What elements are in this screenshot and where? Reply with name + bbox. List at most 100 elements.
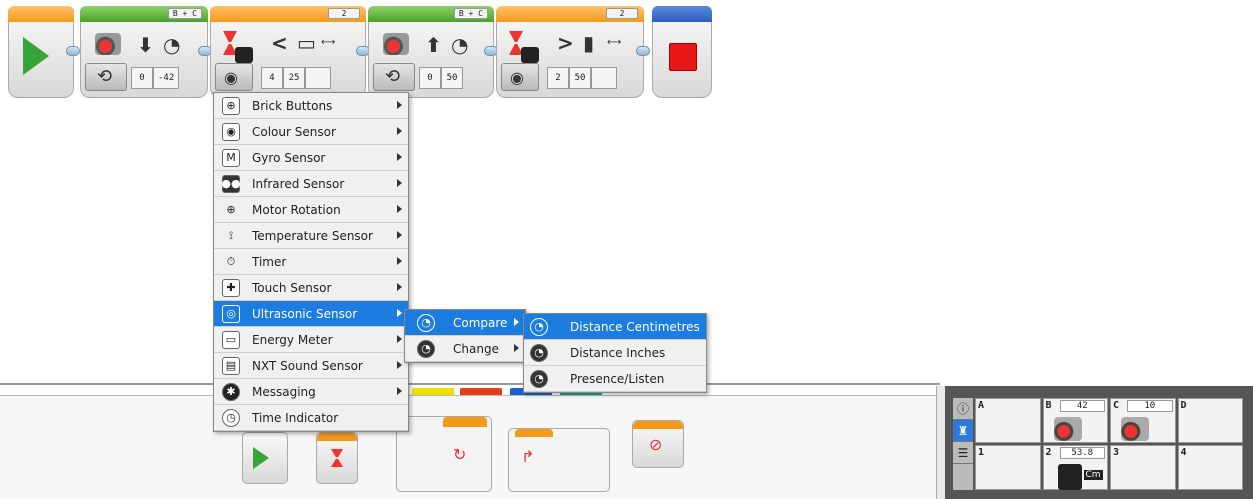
menu-item-temperature-sensor[interactable]: ⟟ Temperature Sensor xyxy=(214,223,408,249)
palette-switch-block[interactable]: ↱ xyxy=(508,428,610,492)
distance-inches-icon: ◔ xyxy=(530,343,548,362)
submenu-arrow-icon xyxy=(397,257,402,265)
menu-item-timer[interactable]: ⏱ Timer xyxy=(214,249,408,275)
messaging-icon: ✱ xyxy=(222,382,240,401)
palette-wait-block[interactable] xyxy=(316,432,358,484)
port-cell-1[interactable]: 1 xyxy=(975,445,1041,490)
threshold-input[interactable]: 50 xyxy=(569,67,591,89)
parameter-row: 4 25 xyxy=(261,67,331,91)
play-icon xyxy=(23,37,49,75)
menu-item-label: Temperature Sensor xyxy=(252,228,373,243)
ports-label[interactable]: B + C xyxy=(453,8,488,19)
move-steering-block-1[interactable]: B + C ⬇ ◔ ⟲ 0 -42 xyxy=(80,6,208,98)
palette-start-block[interactable] xyxy=(242,432,288,484)
energy-meter-icon: ▭ xyxy=(222,330,240,349)
motor-rotation-icon: ⊕ xyxy=(226,203,236,216)
ports-label[interactable]: B + C xyxy=(167,8,202,19)
port-cell-b[interactable]: B 42 xyxy=(1042,398,1108,443)
menu-item-ultrasonic-sensor[interactable]: ◎ Ultrasonic Sensor xyxy=(214,301,408,327)
submenu-arrow-icon xyxy=(514,344,519,352)
menu-item-change[interactable]: ◔ Change xyxy=(405,336,525,362)
power-gauge-icon: ◔ xyxy=(163,33,181,57)
port-number-label[interactable]: 2 xyxy=(328,8,360,19)
change-icon: ◔ xyxy=(417,339,435,358)
port-cell-4[interactable]: 4 xyxy=(1177,445,1243,490)
sequence-connector[interactable] xyxy=(66,46,80,56)
steering-input[interactable]: 0 xyxy=(131,67,153,89)
menu-item-label: Infrared Sensor xyxy=(252,176,345,191)
mode-selector-button[interactable]: ◉ xyxy=(501,63,539,91)
parameter-row: 0 50 xyxy=(419,67,463,91)
move-steering-block-2[interactable]: B + C ⬆ ◔ ⟲ 0 50 xyxy=(368,6,494,98)
stop-block[interactable] xyxy=(652,6,712,98)
parameter-row: 0 -42 xyxy=(131,67,180,91)
steering-input[interactable]: 0 xyxy=(419,67,441,89)
menu-item-time-indicator[interactable]: ◷ Time Indicator xyxy=(214,405,408,431)
port-label: D xyxy=(1180,400,1187,411)
output-plug[interactable] xyxy=(591,67,617,89)
power-input[interactable]: 50 xyxy=(441,67,463,89)
menu-item-label: Presence/Listen xyxy=(570,371,665,386)
mode-selector-button[interactable]: ◉ xyxy=(215,63,253,91)
port-label: B xyxy=(1045,400,1052,411)
ultrasonic-mode-icon: ◉ xyxy=(510,68,524,87)
switch-cap xyxy=(515,429,553,437)
menu-item-colour-sensor[interactable]: ◉ Colour Sensor xyxy=(214,119,408,145)
menu-item-label: Distance Inches xyxy=(570,345,666,360)
ultrasonic-sensor-icon xyxy=(1057,464,1082,490)
port-label: 1 xyxy=(978,447,985,458)
gyro-sensor-icon: M xyxy=(222,148,240,167)
compare-change-menu: ◔ Compare ◔ Change xyxy=(404,309,526,363)
port-label: 3 xyxy=(1113,447,1120,458)
port-label: 4 xyxy=(1180,447,1187,458)
menu-item-nxt-sound-sensor[interactable]: ▤ NXT Sound Sensor xyxy=(214,353,408,379)
available-bricks-tab[interactable]: ☰ xyxy=(953,442,973,464)
port-cell-a[interactable]: A xyxy=(975,398,1041,443)
move-block-cap: B + C xyxy=(368,6,494,22)
power-input[interactable]: -42 xyxy=(153,67,180,89)
menu-item-touch-sensor[interactable]: ✚ Touch Sensor xyxy=(214,275,408,301)
threshold-icon: ▮ xyxy=(583,31,595,55)
port-number-label[interactable]: 2 xyxy=(606,8,638,19)
output-plug[interactable] xyxy=(305,67,331,89)
port-label: 2 xyxy=(1045,447,1052,458)
port-view-tab[interactable]: ♜ xyxy=(953,420,973,442)
compare-type-input[interactable]: 2 xyxy=(547,67,569,89)
port-grid: A B 42 C 10 D 1 2 53.8 Cm 3 4 xyxy=(975,398,1243,490)
port-view-collapse-handle[interactable] xyxy=(936,386,945,499)
port-cell-2[interactable]: 2 53.8 Cm xyxy=(1042,445,1108,490)
menu-item-messaging[interactable]: ✱ Messaging xyxy=(214,379,408,405)
start-block[interactable] xyxy=(8,6,74,98)
mode-selector-button[interactable]: ⟲ xyxy=(373,63,415,91)
menu-item-brick-buttons[interactable]: ⊕ Brick Buttons xyxy=(214,93,408,119)
menu-item-gyro-sensor[interactable]: M Gyro Sensor xyxy=(214,145,408,171)
wait-block-2[interactable]: 2 > ▮ ⟷ ◉ 2 50 xyxy=(496,6,644,98)
menu-item-distance-centimetres[interactable]: ◔ Distance Centimetres xyxy=(524,314,706,340)
stop-block-cap xyxy=(652,6,712,22)
submenu-arrow-icon xyxy=(397,283,402,291)
menu-item-compare[interactable]: ◔ Compare xyxy=(405,310,525,336)
port-cell-d[interactable]: D xyxy=(1177,398,1243,443)
palette-loop-interrupt-block[interactable]: ⊘ xyxy=(632,420,684,468)
steering-motor-icon xyxy=(95,33,121,55)
wait-block-cap: 2 xyxy=(496,6,644,22)
arrow-up-icon: ⬆ xyxy=(425,33,442,57)
sequence-connector[interactable] xyxy=(636,46,650,56)
wait-block-1[interactable]: 2 < ▭ ⟷ ◉ 4 25 xyxy=(210,6,366,98)
brick-info-tab[interactable]: ⓘ xyxy=(953,398,973,420)
submenu-arrow-icon xyxy=(397,387,402,395)
menu-item-energy-meter[interactable]: ▭ Energy Meter xyxy=(214,327,408,353)
ev3-programming-canvas: B + C ⬇ ◔ ⟲ 0 -42 2 < ▭ ⟷ ◉ 4 25 B + C ⬆… xyxy=(0,0,1253,499)
compare-type-input[interactable]: 4 xyxy=(261,67,283,89)
menu-item-presence-listen[interactable]: ◔ Presence/Listen xyxy=(524,366,706,392)
port-label: C xyxy=(1113,400,1120,411)
port-cell-3[interactable]: 3 xyxy=(1110,445,1176,490)
menu-item-motor-rotation[interactable]: ⊕ Motor Rotation xyxy=(214,197,408,223)
menu-item-distance-inches[interactable]: ◔ Distance Inches xyxy=(524,340,706,366)
threshold-input[interactable]: 25 xyxy=(283,67,305,89)
menu-item-infrared-sensor[interactable]: ●● Infrared Sensor xyxy=(214,171,408,197)
mode-selector-button[interactable]: ⟲ xyxy=(85,63,127,91)
port-cell-c[interactable]: C 10 xyxy=(1110,398,1176,443)
menu-item-label: Gyro Sensor xyxy=(252,150,326,165)
palette-loop-block[interactable]: ↻ xyxy=(396,416,492,492)
